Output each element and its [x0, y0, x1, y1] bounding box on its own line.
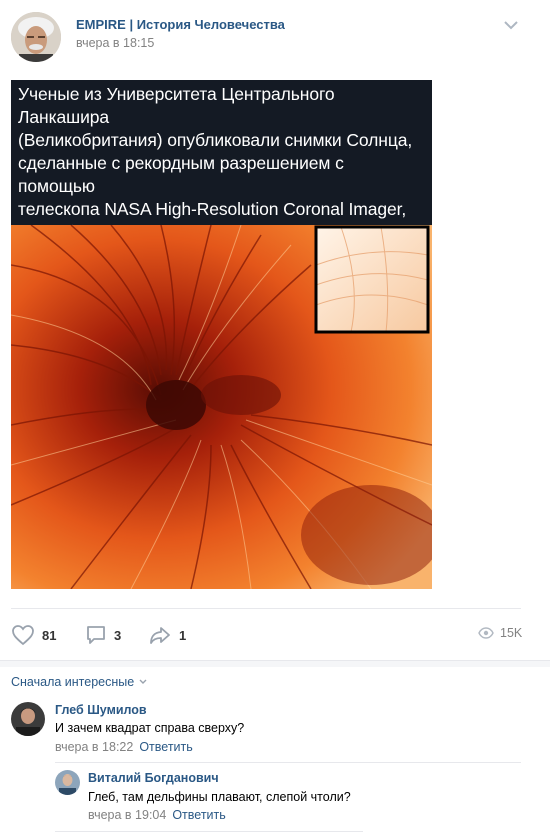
comment-author[interactable]: Глеб Шумилов	[55, 703, 147, 717]
post-image[interactable]: Ученые из Университета Центрального Ланк…	[11, 80, 432, 589]
views-count: 15K	[500, 626, 523, 640]
comment-icon	[87, 626, 105, 644]
like-count: 81	[42, 627, 57, 643]
community-avatar[interactable]	[11, 12, 61, 62]
einstein-portrait-icon	[11, 12, 61, 62]
comment-button[interactable]: 3	[85, 624, 121, 646]
image-caption: Ученые из Университета Центрального Ланк…	[11, 80, 432, 265]
heart-icon	[12, 625, 34, 646]
divider	[11, 608, 521, 609]
user-photo-icon	[55, 770, 80, 795]
reply-button[interactable]: Ответить	[172, 808, 225, 822]
reply-button[interactable]: Ответить	[139, 740, 192, 754]
comment-count: 3	[114, 627, 122, 643]
comment-time[interactable]: вчера в 19:04	[88, 808, 166, 822]
comment-text: Глеб, там дельфины плавают, слепой чтоли…	[88, 790, 351, 804]
share-arrow-icon	[150, 627, 170, 644]
user-photo-icon	[11, 702, 45, 736]
comment-author[interactable]: Виталий Богданович	[88, 771, 219, 785]
comment-text: И зачем квадрат справа сверху?	[55, 721, 245, 735]
share-count: 1	[179, 627, 187, 643]
section-separator	[0, 660, 550, 667]
chevron-down-icon	[139, 679, 147, 684]
community-name[interactable]: EMPIRE | История Человечества	[76, 17, 285, 32]
chevron-down-icon[interactable]	[502, 18, 520, 32]
commenter-avatar[interactable]	[11, 702, 45, 736]
share-button[interactable]: 1	[148, 624, 186, 646]
comment-meta: вчера в 19:04 Ответить	[88, 808, 226, 822]
like-button[interactable]: 81	[11, 624, 56, 646]
commenter-avatar[interactable]	[55, 770, 80, 795]
comments-sort-dropdown[interactable]: Сначала интересные	[11, 675, 148, 689]
eye-icon	[478, 627, 494, 639]
comment-time[interactable]: вчера в 18:22	[55, 740, 133, 754]
post-timestamp[interactable]: вчера в 18:15	[76, 36, 154, 50]
divider	[55, 831, 363, 832]
sun-photo	[11, 225, 432, 589]
views-counter: 15K	[478, 626, 522, 640]
comment-meta: вчера в 18:22 Ответить	[55, 740, 193, 754]
divider	[55, 762, 521, 763]
sort-label: Сначала интересные	[11, 675, 135, 689]
